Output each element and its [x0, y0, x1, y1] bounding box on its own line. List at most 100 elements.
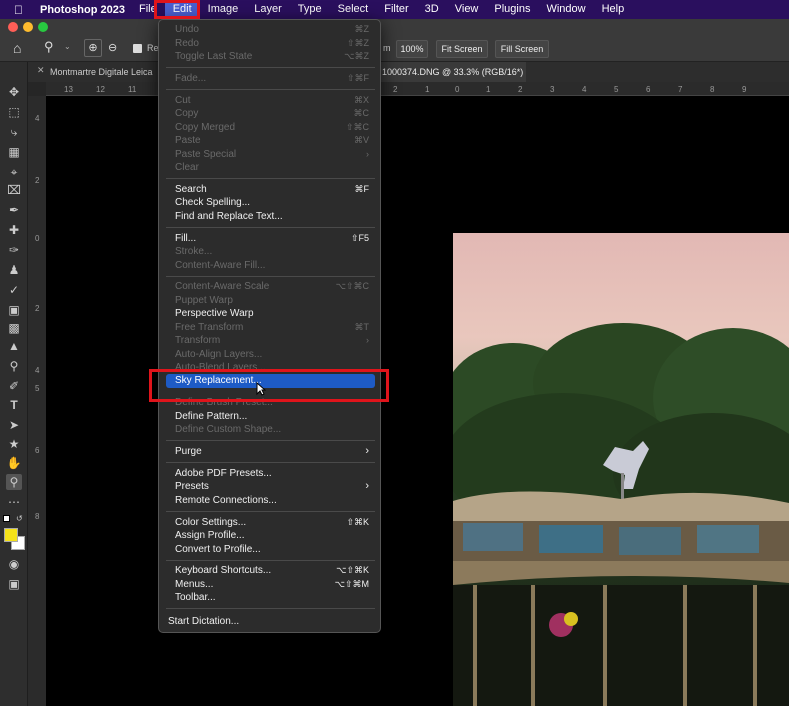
menu-filter[interactable]: Filter — [376, 0, 416, 19]
gradient-tool-icon[interactable]: ▩ — [6, 320, 22, 336]
menu-item-paste[interactable]: Paste ⌘V — [166, 134, 375, 147]
menu-item-start-dictation[interactable]: Start Dictation... — [159, 615, 368, 628]
menu-item-copy-merged[interactable]: Copy Merged ⇧⌘C — [166, 121, 375, 134]
menu-type[interactable]: Type — [290, 0, 330, 19]
menu-item-copy[interactable]: Copy ⌘C — [166, 107, 375, 120]
menu-item-content-aware-scale[interactable]: Content-Aware Scale ⌥⇧⌘C — [166, 280, 375, 293]
pen-tool-icon[interactable]: ✐ — [6, 378, 22, 394]
menu-image[interactable]: Image — [200, 0, 247, 19]
zoom-out-icon[interactable]: ⊖ — [108, 41, 117, 54]
healing-brush-icon[interactable]: ✚ — [6, 222, 22, 238]
menu-item-define-custom-shape[interactable]: Define Custom Shape... — [166, 423, 375, 436]
menu-item-toggle-last-state[interactable]: Toggle Last State ⌥⌘Z — [166, 50, 375, 63]
menu-item-stroke[interactable]: Stroke... — [166, 245, 375, 258]
swap-colors-icon[interactable]: ↺ — [16, 514, 23, 523]
history-brush-icon[interactable]: ✓ — [6, 282, 22, 298]
lasso-tool-icon[interactable]: ⤷ — [6, 124, 22, 140]
zoom-tool-icon[interactable]: ⚲ — [6, 474, 22, 490]
vertical-ruler: 4 2 0 2 4 5 6 8 — [28, 96, 46, 706]
menu-item-menus[interactable]: Menus... ⌥⇧⌘M — [166, 578, 375, 591]
zoom-in-icon[interactable]: ⊕ — [84, 39, 102, 57]
tab-active-document[interactable]: 1000374.DNG @ 33.3% (RGB/16*) — [376, 62, 526, 82]
shape-tool-icon[interactable]: ★ — [6, 436, 22, 452]
foreground-color-swatch[interactable] — [4, 528, 18, 542]
more-tools-icon[interactable]: ⋯ — [6, 494, 22, 510]
menu-item-content-aware-fill[interactable]: Content-Aware Fill... — [166, 259, 375, 272]
menu-item-keyboard-shortcuts[interactable]: Keyboard Shortcuts... ⌥⇧⌘K — [166, 564, 375, 577]
chevron-down-icon[interactable]: ⌄ — [64, 42, 71, 51]
menu-select[interactable]: Select — [330, 0, 377, 19]
menu-item-remote-connections[interactable]: Remote Connections... — [166, 494, 375, 507]
zoom-tool-icon[interactable]: ⚲ — [44, 39, 54, 55]
carousel-photo[interactable] — [453, 233, 789, 706]
close-window-button[interactable] — [8, 22, 18, 32]
crop-tool-icon[interactable]: ⌖ — [6, 164, 22, 180]
tools-panel: ✥ ⬚ ⤷ ▦ ⌖ ⌧ ✒ ✚ ✑ ♟ ✓ ▣ ▩ ▲ ⚲ ✐ T ➤ ★ ✋ … — [0, 62, 28, 706]
app-name-menu[interactable]: Photoshop 2023 — [40, 4, 125, 16]
fit-screen-button[interactable]: Fit Screen — [436, 40, 488, 58]
blur-tool-icon[interactable]: ▲ — [6, 338, 22, 354]
menu-window[interactable]: Window — [538, 0, 593, 19]
menu-help[interactable]: Help — [594, 0, 633, 19]
menu-plugins[interactable]: Plugins — [486, 0, 538, 19]
path-select-icon[interactable]: ➤ — [6, 417, 22, 433]
resize-windows-checkbox[interactable] — [133, 44, 142, 53]
zoom-100-button[interactable]: 100% — [396, 40, 428, 58]
screen-mode-icon[interactable]: ▣ — [6, 576, 22, 592]
menu-item-fill[interactable]: Fill... ⇧F5 — [166, 232, 375, 245]
menu-item-cut[interactable]: Cut ⌘X — [166, 94, 375, 107]
object-select-tool-icon[interactable]: ▦ — [6, 144, 22, 160]
menu-item-presets[interactable]: Presets › — [166, 480, 375, 493]
menu-item-undo[interactable]: Undo ⌘Z — [166, 23, 375, 36]
fill-screen-button[interactable]: Fill Screen — [495, 40, 549, 58]
menu-item-auto-align-layers[interactable]: Auto-Align Layers... — [166, 348, 375, 361]
menu-item-toolbar[interactable]: Toolbar... — [166, 591, 375, 604]
stamp-tool-icon[interactable]: ♟ — [6, 262, 22, 278]
brush-tool-icon[interactable]: ✑ — [6, 242, 22, 258]
menu-separator — [166, 276, 375, 277]
menu-item-color-settings[interactable]: Color Settings... ⇧⌘K — [166, 516, 375, 529]
ruler-label: 13 — [64, 85, 73, 94]
menu-item-adobe-pdf-presets[interactable]: Adobe PDF Presets... — [166, 467, 375, 480]
menu-item-redo[interactable]: Redo ⇧⌘Z — [166, 37, 375, 50]
menu-item-purge[interactable]: Purge › — [166, 445, 375, 458]
minimize-window-button[interactable] — [23, 22, 33, 32]
ruler-label: 6 — [35, 446, 40, 455]
menu-3d[interactable]: 3D — [417, 0, 447, 19]
menu-item-search[interactable]: Search ⌘F — [166, 183, 375, 196]
quick-mask-icon[interactable]: ◉ — [6, 556, 22, 572]
edit-menu-highlight-box — [154, 0, 200, 19]
menu-item-free-transform[interactable]: Free Transform ⌘T — [166, 321, 375, 334]
dodge-tool-icon[interactable]: ⚲ — [6, 358, 22, 374]
menu-item-fade[interactable]: Fade... ⇧⌘F — [166, 72, 375, 85]
zoom-window-button[interactable] — [38, 22, 48, 32]
sky-replacement-highlight-box — [149, 369, 389, 402]
tab-montmartre[interactable]: Montmartre Digitale Leica — [44, 62, 158, 82]
menu-item-paste-special[interactable]: Paste Special › — [166, 148, 375, 161]
eraser-tool-icon[interactable]: ▣ — [6, 302, 22, 318]
menu-item-perspective-warp[interactable]: Perspective Warp — [166, 307, 375, 320]
window-title-strip — [0, 19, 789, 36]
menu-item-transform[interactable]: Transform › — [166, 334, 375, 347]
frame-tool-icon[interactable]: ⌧ — [6, 182, 22, 198]
menu-view[interactable]: View — [447, 0, 487, 19]
hand-tool-icon[interactable]: ✋ — [6, 455, 22, 471]
type-tool-icon[interactable]: T — [6, 397, 22, 413]
menu-separator — [166, 462, 375, 463]
menu-item-convert-to-profile[interactable]: Convert to Profile... — [166, 543, 375, 556]
menu-layer[interactable]: Layer — [246, 0, 290, 19]
menu-item-define-pattern[interactable]: Define Pattern... — [166, 410, 375, 423]
home-icon[interactable]: ⌂ — [13, 40, 21, 56]
menu-item-puppet-warp[interactable]: Puppet Warp — [166, 294, 375, 307]
menu-item-find-replace[interactable]: Find and Replace Text... — [166, 210, 375, 223]
default-colors-icon[interactable] — [3, 515, 10, 522]
menu-item-clear[interactable]: Clear — [166, 161, 375, 174]
menu-item-assign-profile[interactable]: Assign Profile... — [166, 529, 375, 542]
eyedropper-tool-icon[interactable]: ✒ — [6, 202, 22, 218]
photo-illustration — [453, 323, 789, 706]
marquee-tool-icon[interactable]: ⬚ — [6, 104, 22, 120]
apple-icon[interactable]:  — [14, 3, 28, 17]
move-tool-icon[interactable]: ✥ — [6, 84, 22, 100]
menu-item-check-spelling[interactable]: Check Spelling... — [166, 196, 375, 209]
menu-separator — [166, 178, 375, 179]
